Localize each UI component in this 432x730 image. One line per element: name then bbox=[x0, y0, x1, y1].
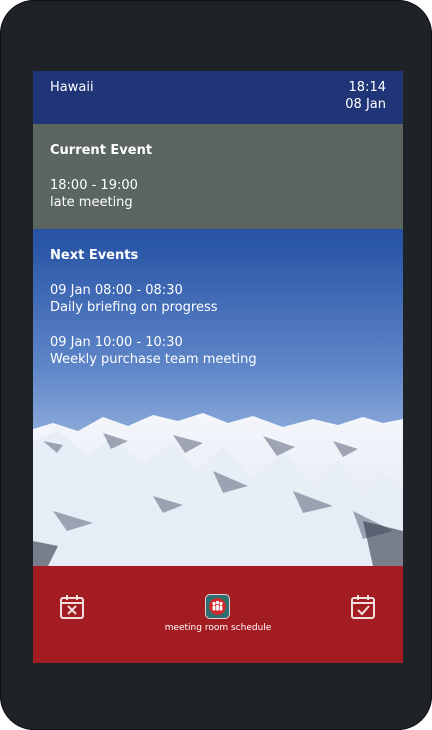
bottom-action-bar: meeting room schedule bbox=[33, 566, 403, 663]
current-event-heading: Current Event bbox=[50, 143, 153, 158]
tablet-frame: Hawaii 18:14 08 Jan Current Event 18:00 … bbox=[0, 0, 432, 730]
next-events-heading: Next Events bbox=[50, 248, 139, 263]
current-event-title: late meeting bbox=[50, 195, 133, 210]
header-bar: Hawaii 18:14 08 Jan bbox=[33, 71, 403, 124]
calendar-x-icon[interactable] bbox=[58, 593, 86, 621]
location-label: Hawaii bbox=[50, 80, 94, 95]
next-events-panel: Next Events 09 Jan 08:00 - 08:30 Daily b… bbox=[33, 229, 403, 389]
next-event-title: Weekly purchase team meeting bbox=[50, 352, 257, 367]
next-event-title: Daily briefing on progress bbox=[50, 300, 218, 315]
current-event-time: 18:00 - 19:00 bbox=[50, 178, 138, 193]
meeting-room-schedule-label[interactable]: meeting room schedule bbox=[33, 623, 403, 633]
current-event-panel: Current Event 18:00 - 19:00 late meeting bbox=[33, 124, 403, 229]
next-event-time: 09 Jan 08:00 - 08:30 bbox=[50, 283, 183, 298]
people-group-icon[interactable] bbox=[205, 594, 230, 619]
mountain-background bbox=[33, 413, 403, 566]
next-event-time: 09 Jan 10:00 - 10:30 bbox=[50, 335, 183, 350]
clock-date: 08 Jan bbox=[345, 97, 386, 112]
calendar-check-icon[interactable] bbox=[349, 593, 377, 621]
clock-time: 18:14 bbox=[348, 80, 386, 95]
screen: Hawaii 18:14 08 Jan Current Event 18:00 … bbox=[33, 71, 403, 663]
